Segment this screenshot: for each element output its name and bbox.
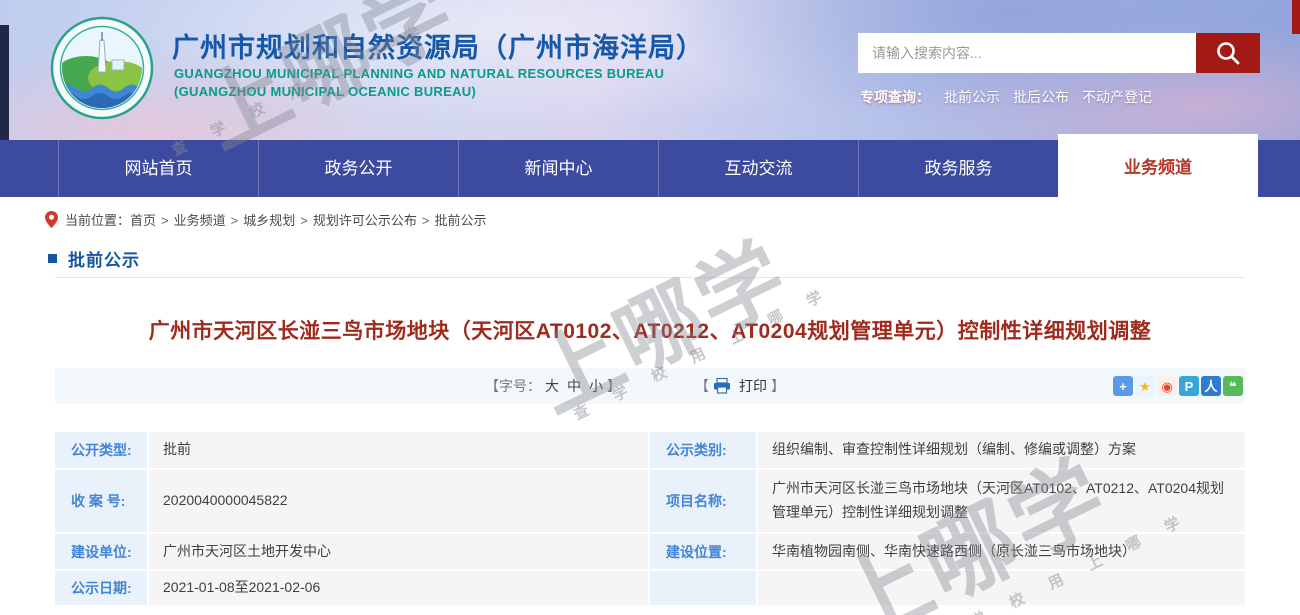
font-size-small[interactable]: 小 (589, 378, 603, 394)
info-label-r1-c2: 公示类别: (650, 432, 756, 468)
nav-item-1[interactable]: 网站首页 (58, 140, 258, 197)
quick-link-1[interactable]: 批前公示 (944, 89, 1000, 105)
main-nav: 网站首页 政务公开 新闻中心 互动交流 政务服务 业务频道 (0, 134, 1300, 197)
info-value-r2-c1: 2020040000045822 (149, 470, 648, 532)
quick-links: 批前公示 批后公布 不动产登记 (944, 87, 1165, 107)
info-label-r1-c1: 公开类型: (55, 432, 147, 468)
font-size-medium[interactable]: 中 (567, 378, 581, 394)
font-size-bracket-close: 】 (607, 378, 621, 394)
search-button[interactable] (1196, 33, 1260, 73)
breadcrumb-link-4[interactable]: 规划许可公示公布 (313, 213, 417, 228)
nav-item-5[interactable]: 政务服务 (858, 140, 1058, 197)
print-label: 打印 (739, 378, 767, 394)
info-value-r3-c2: 华南植物园南侧、华南快速路西侧（原长湴三鸟市场地块） (758, 534, 1245, 569)
quick-link-2[interactable]: 批后公布 (1013, 89, 1069, 105)
info-label-r3-c1: 建设单位: (55, 534, 147, 569)
breadcrumb-separator: > (421, 212, 430, 228)
quick-query-row: 专项查询： 批前公示 批后公布 不动产登记 (860, 87, 1165, 107)
renren-icon[interactable]: 人 (1201, 376, 1221, 396)
section-divider (55, 277, 1245, 278)
site-subtitle-en-1: GUANGZHOU MUNICIPAL PLANNING AND NATURAL… (174, 66, 665, 81)
quick-query-label: 专项查询： (860, 89, 930, 105)
info-label-r4-c2 (650, 571, 756, 605)
info-value-r2-c2: 广州市天河区长湴三鸟市场地块（天河区AT0102、AT0212、AT0204规划… (758, 470, 1245, 532)
site-header: 广州市规划和自然资源局（广州市海洋局） GUANGZHOU MUNICIPAL … (0, 0, 1300, 140)
nav-item-2[interactable]: 政务公开 (258, 140, 458, 197)
info-label-r2-c1: 收 案 号: (55, 470, 147, 532)
article-title: 广州市天河区长湴三鸟市场地块（天河区AT0102、AT0212、AT0204规划… (148, 320, 1152, 343)
nav-item-4[interactable]: 互动交流 (658, 140, 858, 197)
info-label-r4-c1: 公示日期: (55, 571, 147, 605)
article-toolbar: 【字号： 大中小 】 【 打印 】 + ★ ◉ P 人 ❝ (55, 368, 1245, 404)
quick-link-3[interactable]: 不动产登记 (1082, 89, 1152, 105)
section-title: 批前公示 (68, 251, 140, 270)
favorite-star-icon[interactable]: ★ (1135, 376, 1155, 396)
info-label-r2-c2: 项目名称: (650, 470, 756, 532)
breadcrumb-link-3[interactable]: 城乡规划 (243, 213, 295, 228)
info-value-r1-c1: 批前 (149, 432, 648, 468)
printer-icon (714, 378, 730, 394)
site-title: 广州市规划和自然资源局（广州市海洋局） (172, 33, 704, 63)
breadcrumb-separator: > (300, 212, 308, 228)
share-plus-icon[interactable]: + (1113, 376, 1133, 396)
bureau-emblem-logo (50, 16, 154, 120)
info-value-r4-c2 (758, 571, 1245, 605)
info-table: 公开类型: 批前 公示类别: 组织编制、审查控制性详细规划（编制、修编或调整）方案收 … (55, 432, 1245, 605)
info-label-r3-c2: 建设位置: (650, 534, 756, 569)
breadcrumb-link-5[interactable]: 批前公示 (434, 213, 486, 228)
search-icon (1217, 42, 1240, 65)
font-size-large[interactable]: 大 (545, 378, 559, 394)
font-size-label: 【字号： (485, 378, 541, 394)
font-size-group: 【字号： 大中小 】 (485, 368, 621, 404)
info-value-r1-c2: 组织编制、审查控制性详细规划（编制、修编或调整）方案 (758, 432, 1245, 468)
nav-item-6[interactable]: 业务频道 (1058, 134, 1258, 197)
wechat-icon[interactable]: ❝ (1223, 376, 1243, 396)
print-bracket-close: 】 (771, 378, 785, 394)
left-edge-strip (0, 25, 9, 140)
nav-item-3[interactable]: 新闻中心 (458, 140, 658, 197)
tencent-weibo-icon[interactable]: P (1179, 376, 1199, 396)
info-value-r4-c1: 2021-01-08至2021-02-06 (149, 571, 648, 605)
share-bar: + ★ ◉ P 人 ❝ (1113, 376, 1243, 396)
breadcrumb-link-1[interactable]: 首页 (130, 213, 156, 228)
section-bullet-icon (48, 254, 57, 263)
site-search (858, 33, 1260, 73)
breadcrumb-separator: > (230, 212, 239, 228)
breadcrumb-label: 当前位置： (65, 212, 131, 228)
font-size-options: 大中小 (541, 376, 607, 396)
print-button[interactable]: 【 打印 】 (695, 368, 785, 404)
section-head: 批前公示 (48, 246, 140, 271)
print-bracket-open: 【 (695, 378, 709, 394)
breadcrumb-items: 首页 > 业务频道 > 城乡规划 > 规划许可公示公布 > 批前公示 (130, 210, 486, 229)
top-right-red-strip (1292, 0, 1300, 34)
sina-weibo-icon[interactable]: ◉ (1157, 376, 1177, 396)
breadcrumb-separator: > (161, 212, 169, 228)
page: 广州市规划和自然资源局（广州市海洋局） GUANGZHOU MUNICIPAL … (0, 0, 1300, 615)
search-input[interactable] (858, 33, 1196, 73)
breadcrumb-link-2[interactable]: 业务频道 (174, 213, 226, 228)
site-subtitle-en-2: (GUANGZHOU MUNICIPAL OCEANIC BUREAU) (174, 84, 477, 99)
location-pin-icon (45, 210, 58, 228)
breadcrumb: 当前位置： 首页 > 业务频道 > 城乡规划 > 规划许可公示公布 > 批前公示 (45, 210, 486, 228)
info-value-r3-c1: 广州市天河区土地开发中心 (149, 534, 648, 569)
